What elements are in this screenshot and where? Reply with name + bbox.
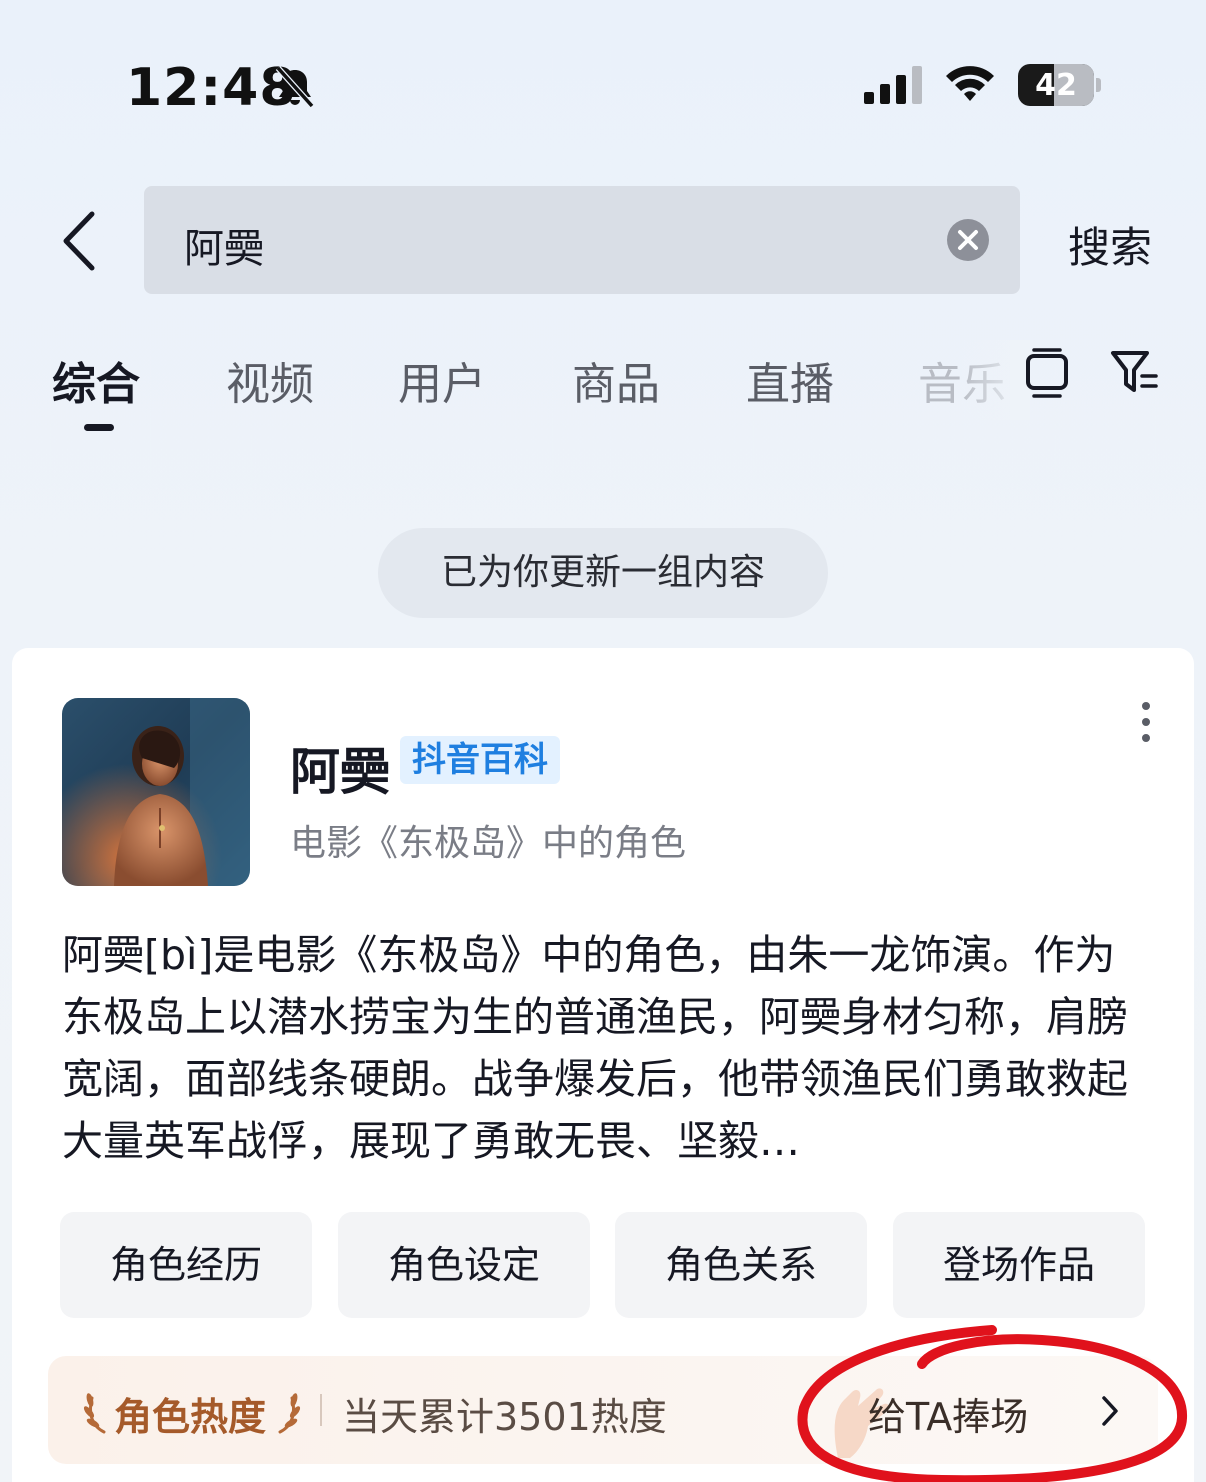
battery-icon: 42 <box>1018 64 1101 106</box>
search-input[interactable]: 阿奰 <box>144 186 1020 294</box>
heat-stat: 当天累计3501热度 <box>342 1395 667 1439</box>
more-icon[interactable] <box>1138 700 1154 744</box>
status-bar: 12:48 42 <box>0 0 1206 170</box>
entity-name: 阿奰 <box>290 743 390 801</box>
entity-description[interactable]: 阿奰[bì]是电影《东极岛》中的角色，由朱一龙饰演。作为东极岛上以潜水捞宝为生的… <box>62 924 1152 1172</box>
filter-icon[interactable] <box>1110 348 1160 396</box>
search-button[interactable]: 搜索 <box>1068 214 1152 275</box>
chip-character-setting[interactable]: 角色设定 <box>338 1212 590 1318</box>
chip-appearances[interactable]: 登场作品 <box>893 1212 1145 1318</box>
encyclopedia-card[interactable]: 阿奰 抖音百科 电影《东极岛》中的角色 阿奰[bì]是电影《东极岛》中的角色，由… <box>12 648 1194 1482</box>
tab-active-indicator <box>84 424 114 431</box>
heat-bar[interactable]: 角色热度 当天累计3501热度 给TA捧场 <box>48 1356 1158 1464</box>
laurel-icon <box>83 1393 106 1434</box>
battery-level: 42 <box>1035 68 1077 103</box>
tab-comprehensive[interactable]: 综合 <box>52 348 140 412</box>
wifi-icon <box>946 66 994 101</box>
heat-label: 角色热度 <box>114 1395 267 1439</box>
quick-links: 角色经历 角色设定 角色关系 登场作品 <box>60 1212 1150 1318</box>
view-mode-icon[interactable] <box>1024 348 1070 400</box>
status-time: 12:48 <box>126 58 297 118</box>
tab-video[interactable]: 视频 <box>226 348 314 412</box>
chip-character-relations[interactable]: 角色关系 <box>615 1212 867 1318</box>
clear-icon[interactable] <box>946 218 990 262</box>
tab-live[interactable]: 直播 <box>746 348 834 412</box>
chevron-right-icon[interactable] <box>1098 1394 1122 1428</box>
entity-subtitle: 电影《东极岛》中的角色 <box>290 823 687 864</box>
bell-muted-icon <box>275 65 315 109</box>
back-icon[interactable] <box>56 208 100 274</box>
search-query[interactable]: 阿奰 <box>184 216 264 274</box>
character-photo[interactable] <box>62 698 250 886</box>
laurel-icon <box>278 1393 301 1434</box>
support-button[interactable]: 给TA捧场 <box>868 1386 1028 1441</box>
refresh-toast: 已为你更新一组内容 <box>378 528 828 618</box>
tab-products[interactable]: 商品 <box>572 348 660 412</box>
chip-character-history[interactable]: 角色经历 <box>60 1212 312 1318</box>
tab-users[interactable]: 用户 <box>398 348 486 412</box>
divider <box>320 1394 322 1426</box>
encyclopedia-badge: 抖音百科 <box>400 736 560 784</box>
cellular-signal-icon <box>864 66 922 104</box>
